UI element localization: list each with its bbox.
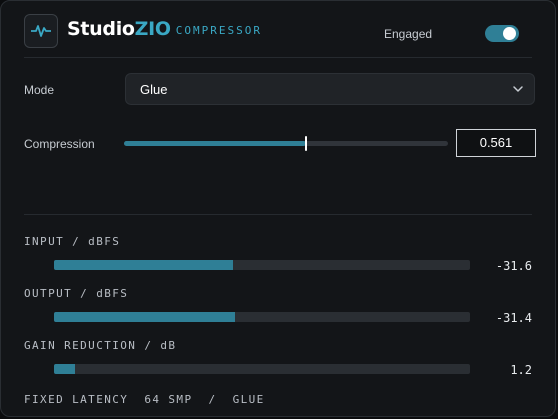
brand-subtitle: COMPRESSOR xyxy=(175,24,263,37)
input-meter xyxy=(54,260,470,270)
logo xyxy=(24,14,58,48)
input-meter-fill xyxy=(54,260,233,270)
gain-reduction-label: GAIN REDUCTION / dB xyxy=(24,339,177,352)
compression-label: Compression xyxy=(24,137,95,151)
gain-reduction-value: 1.2 xyxy=(510,363,532,377)
section-divider xyxy=(24,214,532,215)
brand-title: Studio ZIO COMPRESSOR xyxy=(67,18,262,40)
output-meter-fill xyxy=(54,312,235,322)
mode-value: Glue xyxy=(140,82,168,97)
waveform-pulse-icon xyxy=(31,25,51,37)
compression-value-field[interactable]: 0.561 xyxy=(456,129,536,157)
mode-label: Mode xyxy=(24,83,55,97)
output-meter xyxy=(54,312,470,322)
gain-reduction-meter-fill xyxy=(54,364,75,374)
brand-name: Studio xyxy=(67,18,135,40)
mode-select[interactable]: Glue xyxy=(125,73,535,105)
output-meter-label: OUTPUT / dBFS xyxy=(24,287,129,300)
compression-slider[interactable] xyxy=(124,136,448,151)
output-meter-value: -31.4 xyxy=(495,311,532,325)
latency-footer: FIXED LATENCY 64 SMP / GLUE xyxy=(24,393,265,406)
engaged-toggle[interactable] xyxy=(485,25,519,42)
compressor-panel: Studio ZIO COMPRESSOR Engaged Mode Glue … xyxy=(0,0,556,417)
toggle-knob xyxy=(503,27,516,40)
header-divider xyxy=(24,57,532,58)
input-meter-value: -31.6 xyxy=(495,259,532,273)
chevron-down-icon xyxy=(513,86,523,92)
compression-slider-fill xyxy=(124,141,306,146)
engaged-label: Engaged xyxy=(384,27,433,41)
compression-slider-thumb[interactable] xyxy=(304,136,307,151)
brand-accent: ZIO xyxy=(134,18,171,40)
input-meter-label: INPUT / dBFS xyxy=(24,235,121,248)
gain-reduction-meter xyxy=(54,364,470,374)
